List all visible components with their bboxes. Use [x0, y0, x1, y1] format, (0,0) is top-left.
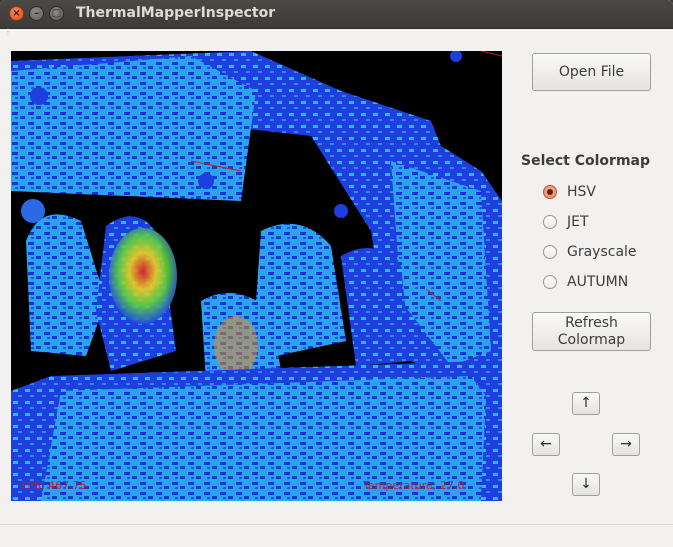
radio-jet[interactable]: [543, 215, 557, 229]
close-window-button[interactable]: ×: [9, 6, 24, 21]
radio-hsv[interactable]: [543, 185, 557, 199]
maximize-window-button[interactable]: □: [49, 6, 64, 21]
open-file-button[interactable]: Open File: [532, 53, 651, 91]
colormap-option-label: HSV: [567, 184, 596, 200]
radio-selected-dot-icon: [547, 189, 553, 195]
colormap-option-autumn[interactable]: AUTUMN: [543, 272, 628, 292]
colormap-option-hsv[interactable]: HSV: [543, 182, 596, 202]
arrow-left-icon: ←: [540, 436, 552, 452]
maximize-icon: □: [51, 7, 62, 19]
fps-readout: FPS: 467.75: [21, 479, 87, 492]
arrow-up-icon: ↑: [580, 395, 592, 411]
radio-grayscale[interactable]: [543, 245, 557, 259]
thermal-3d-viewport[interactable]: FPS: 467.75 Temperature: 27.0: [11, 51, 502, 501]
arrow-right-icon: →: [620, 436, 632, 452]
thermal-point-cloud-render: [11, 51, 502, 501]
toolbar-grip-icon[interactable]: ⋮: [4, 28, 12, 40]
app-window: × – □ ThermalMapperInspector ⋮ FPS: 467.…: [0, 0, 673, 547]
colormap-option-label: AUTUMN: [567, 274, 629, 290]
colormap-option-label: JET: [567, 214, 589, 230]
minimize-icon: –: [34, 7, 39, 19]
refresh-colormap-button[interactable]: Refresh Colormap: [532, 312, 651, 351]
colormap-option-grayscale[interactable]: Grayscale: [543, 242, 637, 262]
pan-right-button[interactable]: →: [612, 433, 640, 456]
status-bar: [0, 524, 673, 547]
pan-left-button[interactable]: ←: [532, 433, 560, 456]
close-icon: ×: [12, 7, 21, 19]
colormap-section-title: Select Colormap: [521, 153, 651, 169]
radio-autumn[interactable]: [543, 275, 557, 289]
pan-up-button[interactable]: ↑: [572, 392, 600, 415]
colormap-option-label: Grayscale: [567, 244, 637, 260]
temperature-readout: Temperature: 27.0: [363, 479, 465, 492]
minimize-window-button[interactable]: –: [29, 6, 44, 21]
window-title: ThermalMapperInspector: [76, 5, 276, 21]
refresh-button-label-line2: Colormap: [557, 332, 626, 348]
title-bar[interactable]: × – □ ThermalMapperInspector: [0, 0, 673, 29]
refresh-button-label-line1: Refresh: [565, 315, 618, 331]
colormap-option-jet[interactable]: JET: [543, 212, 589, 232]
pan-down-button[interactable]: ↓: [572, 473, 600, 496]
arrow-down-icon: ↓: [580, 476, 592, 492]
